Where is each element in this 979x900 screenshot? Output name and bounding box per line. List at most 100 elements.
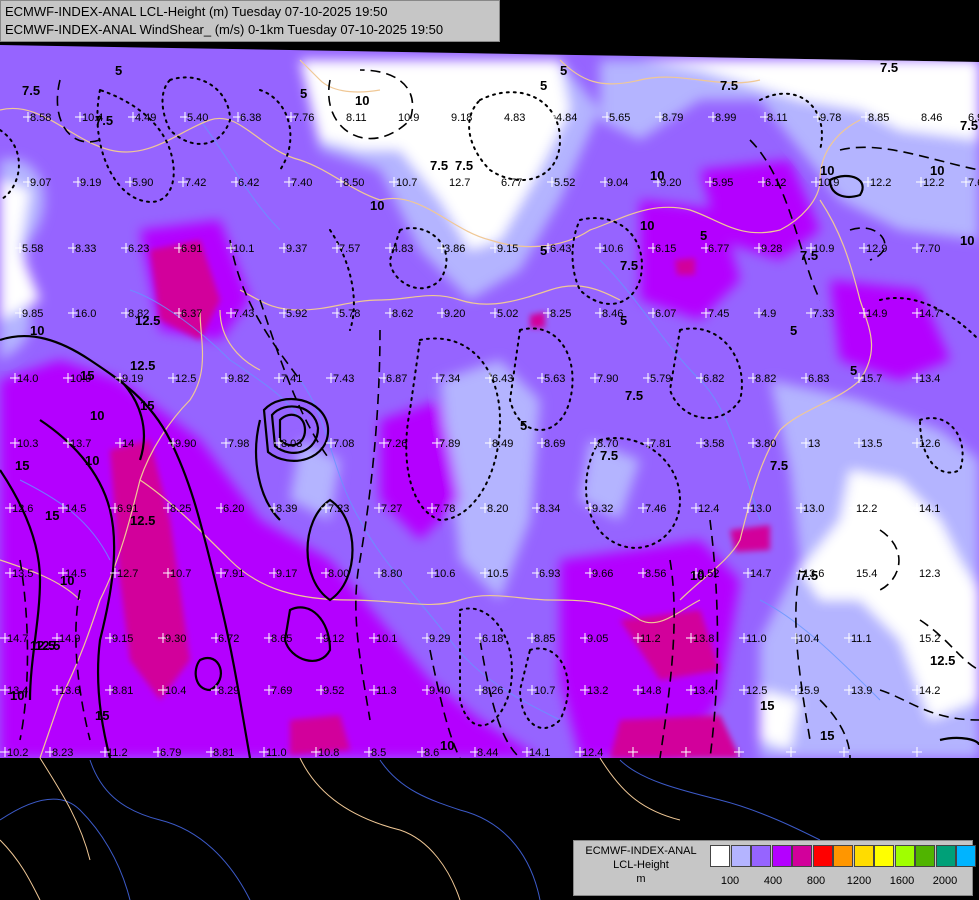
value-label: 12.6 <box>12 503 33 515</box>
value-label: 10.7 <box>534 685 555 697</box>
value-label: 9.29 <box>429 633 450 645</box>
value-label: 10.1 <box>233 243 254 255</box>
value-label: 12.7 <box>117 568 138 580</box>
contour-label: 10 <box>10 688 24 703</box>
value-label: 15.4 <box>856 568 877 580</box>
contour-label: 10 <box>355 93 369 108</box>
value-label: 9.12 <box>323 633 344 645</box>
value-label: 4.83 <box>504 112 525 124</box>
value-label: 7.40 <box>291 177 312 189</box>
value-label: 8.80 <box>381 568 402 580</box>
contour-label: 5 <box>790 323 797 338</box>
legend-tick-label: 1200 <box>846 875 872 887</box>
value-label: 15.7 <box>861 373 882 385</box>
value-label: 10.6 <box>602 243 623 255</box>
value-label: 6.77 <box>501 177 522 189</box>
value-label: 13.7 <box>70 438 91 450</box>
value-label: 12.7 <box>449 177 470 189</box>
value-label: 6.72 <box>218 633 239 645</box>
contour-label: 7.5 <box>95 113 113 128</box>
value-label: 8.00 <box>328 568 349 580</box>
legend-swatch <box>853 845 874 867</box>
value-label: 9.30 <box>165 633 186 645</box>
value-label: 8.81 <box>112 685 133 697</box>
weather-map: 8.58 10.4 4.49 5.40 6.38 7.76 8.11 10.9 9.18 4.83… <box>0 0 979 900</box>
contour-label: 5 <box>520 418 527 433</box>
map-header: ECMWF-INDEX-ANAL LCL-Height (m) Tuesday … <box>0 0 500 42</box>
contour-label: 10 <box>640 218 654 233</box>
contour-label: 15 <box>95 708 109 723</box>
value-label: 6.37 <box>181 308 202 320</box>
value-label: 6.15 <box>655 243 676 255</box>
value-label: 9.17 <box>276 568 297 580</box>
contour-label: 7.5 <box>600 448 618 463</box>
value-label: 8.25 <box>170 503 191 515</box>
value-label: 8.03 <box>281 438 302 450</box>
value-label: 9.07 <box>30 177 51 189</box>
contour-label: 7.5 <box>430 158 448 173</box>
value-label: 14.8 <box>640 685 661 697</box>
value-label: 13.0 <box>803 503 824 515</box>
value-label: 14.7 <box>7 633 28 645</box>
contour-label: 10 <box>820 163 834 178</box>
legend-tick-label: 2000 <box>932 875 958 887</box>
contour-label: 7.5 <box>800 248 818 263</box>
value-label: 6.93 <box>539 568 560 580</box>
value-label: 13.4 <box>919 373 940 385</box>
value-label: 6.43 <box>492 373 513 385</box>
contour-label: 7.5 <box>720 78 738 93</box>
contour-label: 15 <box>820 728 834 743</box>
value-label: 9.90 <box>175 438 196 450</box>
value-label: 5.52 <box>554 177 575 189</box>
value-label: 5.58 <box>22 243 43 255</box>
value-label: 14.7 <box>750 568 771 580</box>
value-label: 7.91 <box>223 568 244 580</box>
contour-label: 7.5 <box>22 83 40 98</box>
legend-swatch <box>915 845 935 867</box>
value-label: 10.8 <box>318 747 339 759</box>
value-label: 5.90 <box>132 177 153 189</box>
value-label: 6.38 <box>240 112 261 124</box>
legend-swatch <box>730 845 751 867</box>
value-label: 15.2 <box>919 633 940 645</box>
value-label: 10.7 <box>396 177 417 189</box>
value-label: 12.5 <box>746 685 767 697</box>
value-label: 10.2 <box>7 747 28 759</box>
value-label: 5.92 <box>286 308 307 320</box>
value-label: 6.18 <box>482 633 503 645</box>
value-label: 9.04 <box>607 177 628 189</box>
value-label: 4.84 <box>556 112 577 124</box>
value-label: 7.23 <box>328 503 349 515</box>
value-label: 14.9 <box>59 633 80 645</box>
value-label: 13.2 <box>587 685 608 697</box>
value-label: 10.6 <box>434 568 455 580</box>
legend-tick-label: 800 <box>806 875 826 887</box>
contour-label: 7.5 <box>960 118 978 133</box>
value-label: 7.43 <box>333 373 354 385</box>
contour-label: 5 <box>700 228 707 243</box>
legend-swatch <box>710 845 730 867</box>
value-label: 8.65 <box>271 633 292 645</box>
value-label: 9.66 <box>592 568 613 580</box>
value-label: 7.78 <box>434 503 455 515</box>
value-label: 3.58 <box>703 438 724 450</box>
value-label: 4.49 <box>135 112 156 124</box>
contour-label: 5 <box>540 78 547 93</box>
value-label: 8.11 <box>346 112 367 124</box>
value-label: 9.15 <box>112 633 133 645</box>
contour-label: 10 <box>85 453 99 468</box>
value-label: 6.07 <box>655 308 676 320</box>
value-label: 14.1 <box>529 747 550 759</box>
value-label: 7.69 <box>271 685 292 697</box>
value-label: 7.76 <box>293 112 314 124</box>
value-label: 8.85 <box>868 112 889 124</box>
value-label: 15.9 <box>798 685 819 697</box>
value-label: 8.5 <box>371 747 386 759</box>
contour-label: 15 <box>45 508 59 523</box>
value-label: 14.1 <box>919 503 940 515</box>
contour-label: 15 <box>140 398 154 413</box>
value-label: 7.27 <box>381 503 402 515</box>
value-label: 10.4 <box>165 685 186 697</box>
value-label: 7.08 <box>333 438 354 450</box>
value-label: 11.1 <box>851 633 872 645</box>
